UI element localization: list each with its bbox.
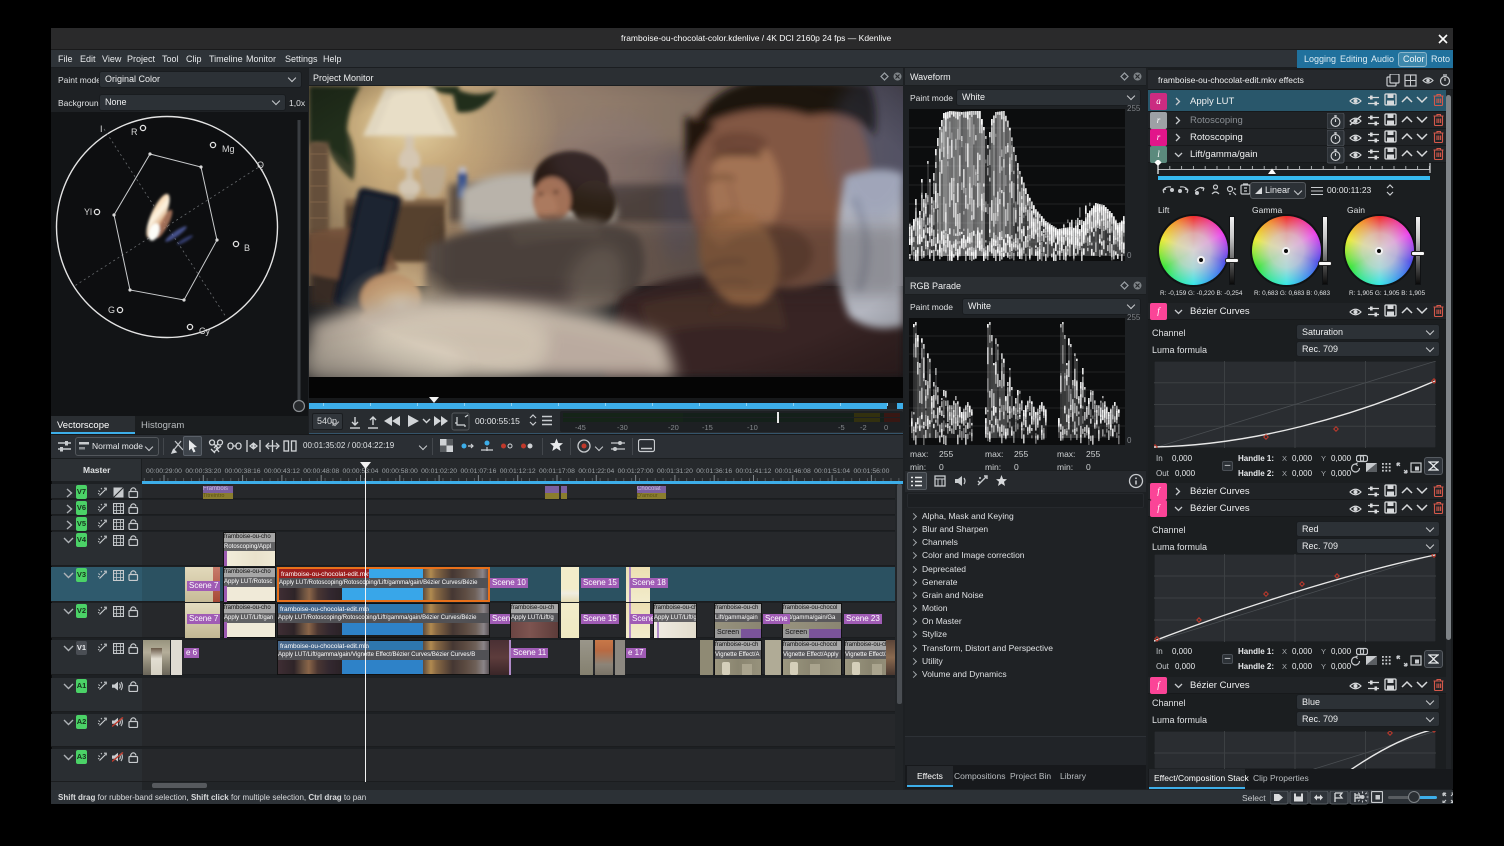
svg-text:00:01:51:04: 00:01:51:04 xyxy=(814,468,850,475)
svg-text:00:01:02:20: 00:01:02:20 xyxy=(421,468,457,475)
svg-text:00:01:22:04: 00:01:22:04 xyxy=(578,468,614,475)
svg-text:00:00:43:12: 00:00:43:12 xyxy=(264,468,300,475)
svg-text:00:01:07:16: 00:01:07:16 xyxy=(460,468,496,475)
svg-text:00:01:12:12: 00:01:12:12 xyxy=(500,468,536,475)
svg-text:00:01:31:20: 00:01:31:20 xyxy=(657,468,693,475)
svg-text:00:00:38:16: 00:00:38:16 xyxy=(225,468,261,475)
svg-text:00:00:29:00: 00:00:29:00 xyxy=(146,468,182,475)
svg-text:00:01:17:08: 00:01:17:08 xyxy=(539,468,575,475)
svg-text:00:00:33:20: 00:00:33:20 xyxy=(185,468,221,475)
svg-text:B: B xyxy=(244,243,250,253)
svg-text:Cy: Cy xyxy=(199,326,210,336)
svg-text:00:01:46:08: 00:01:46:08 xyxy=(775,468,811,475)
svg-text:00:01:27:00: 00:01:27:00 xyxy=(618,468,654,475)
svg-text:R: R xyxy=(131,127,138,137)
svg-text:00:00:58:00: 00:00:58:00 xyxy=(382,468,418,475)
svg-text:Q: Q xyxy=(257,160,264,170)
svg-text:G: G xyxy=(108,305,115,315)
svg-text:I: I xyxy=(100,124,103,134)
svg-text:00:01:41:12: 00:01:41:12 xyxy=(736,468,772,475)
svg-text:00:01:36:16: 00:01:36:16 xyxy=(696,468,732,475)
svg-text:00:01:56:00: 00:01:56:00 xyxy=(853,468,889,475)
svg-text:Yl: Yl xyxy=(84,207,92,217)
svg-text:00:00:48:08: 00:00:48:08 xyxy=(303,468,339,475)
svg-text:Mg: Mg xyxy=(222,144,235,154)
